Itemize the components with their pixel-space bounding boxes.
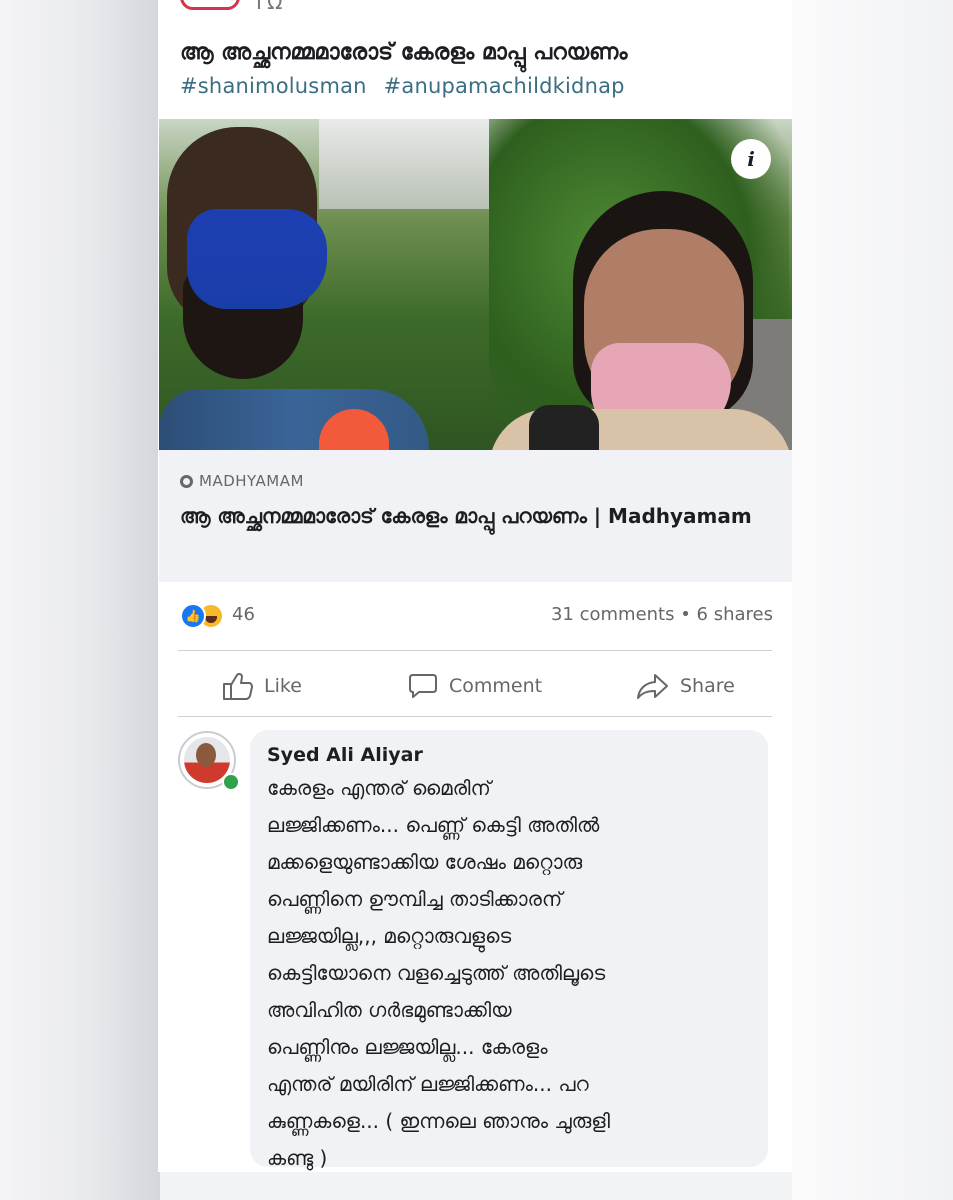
reaction-count: 46 [232, 604, 255, 625]
info-icon[interactable]: i [731, 139, 771, 179]
avatar-face [196, 743, 216, 767]
comments-shares-count[interactable]: 31 comments • 6 shares [551, 604, 773, 625]
comment-icon [409, 674, 437, 698]
blue-face-mask [187, 209, 327, 309]
background-right [792, 0, 953, 1200]
like-icon: 👍 [180, 603, 206, 629]
online-status-icon [222, 773, 240, 791]
like-label: Like [264, 675, 302, 697]
hashtag-link[interactable]: #shanimolusman [180, 74, 367, 98]
background-left [0, 0, 160, 1200]
hashtag-link[interactable]: #anupamachildkidnap [384, 74, 625, 98]
page-name-fragment: ΓΩ [256, 0, 283, 14]
like-button[interactable]: Like [222, 664, 302, 708]
link-title[interactable]: ആ അച്ഛനമ്മമാരോട് കേരളം മാപ്പു പറയണം | Ma… [180, 500, 780, 532]
comment-text: കേരളം എന്തര് മൈരിന് ലജ്ജിക്കണം... പെണ്ണ്… [267, 776, 610, 1170]
comment-label: Comment [449, 675, 543, 697]
link-source: MADHYAMAM [180, 472, 304, 490]
commenter-name[interactable]: Syed Ali Aliyar [267, 744, 423, 766]
comment-button[interactable]: Comment [407, 664, 542, 708]
news-photo[interactable]: i [159, 119, 792, 450]
share-label: Share [680, 675, 735, 697]
page-avatar-fragment[interactable] [180, 0, 240, 10]
divider [178, 716, 772, 717]
hashtags: #shanimolusman #anupamachildkidnap [180, 74, 635, 98]
share-icon [637, 674, 668, 699]
action-bar: Like Comment Share [178, 664, 772, 708]
post-text: ആ അച്ഛനമ്മമാരോട് കേരളം മാപ്പു പറയണം [180, 40, 628, 65]
bag-strap [529, 405, 599, 450]
thumbs-up-icon [223, 672, 253, 700]
globe-icon [180, 475, 193, 488]
share-button[interactable]: Share [636, 664, 735, 708]
divider [178, 650, 772, 651]
link-source-label: MADHYAMAM [199, 472, 304, 490]
